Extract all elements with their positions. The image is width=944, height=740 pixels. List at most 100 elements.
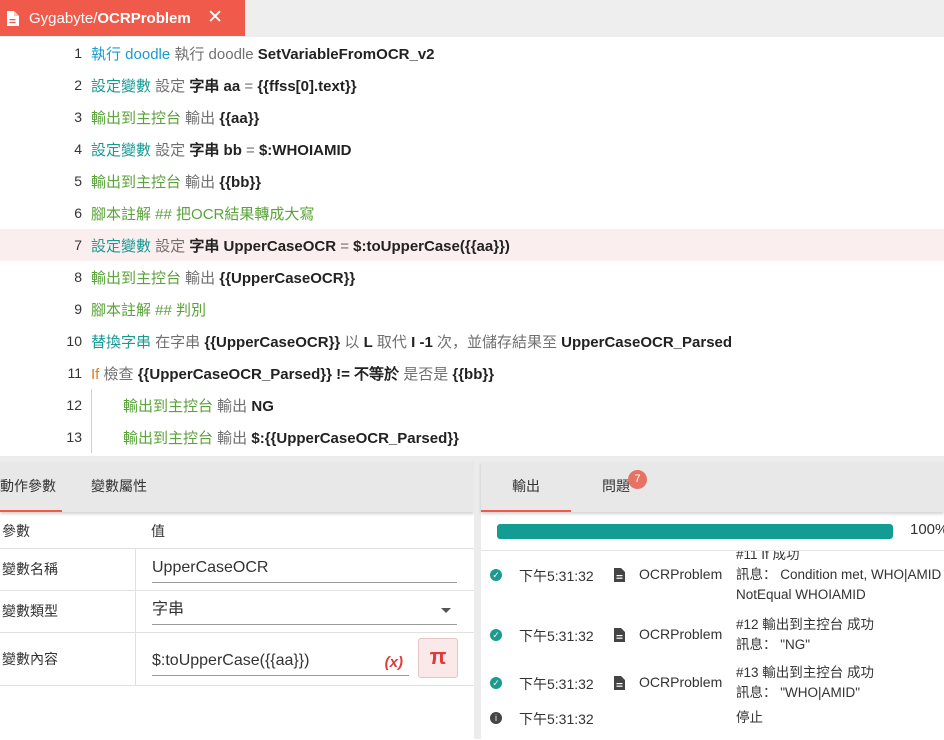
code-content: 輸出到主控台 輸出 $:{{UpperCaseOCR_Parsed}} <box>123 427 459 448</box>
code-token: 輸出 <box>181 173 220 191</box>
code-token: 輸出到主控台 <box>123 429 214 447</box>
log-message-line: #11 If 成功 <box>736 550 800 562</box>
code-token: 輸出到主控台 <box>91 269 182 287</box>
code-line[interactable]: 13 輸出到主控台 輸出 $:{{UpperCaseOCR_Parsed}} <box>0 421 944 453</box>
indent-guide <box>91 389 92 453</box>
code-token: 字串 aa <box>189 77 241 95</box>
code-token: {{UpperCaseOCR}} <box>204 333 341 351</box>
code-token: 設定 <box>151 77 190 95</box>
code-line[interactable]: 8 輸出到主控台 輸出 {{UpperCaseOCR}} <box>0 261 944 293</box>
log-message-line: 訊息： Condition met, WHO|AMID <box>736 567 942 582</box>
tab-output[interactable]: 輸出 <box>481 462 571 512</box>
code-line[interactable]: 11 If 檢查 {{UpperCaseOCR_Parsed}} != 不等於 是… <box>0 357 944 389</box>
code-line[interactable]: 4 設定變數 設定 字串 bb = $:WHOIAMID <box>0 133 944 165</box>
code-line[interactable]: 10 替換字串 在字串 {{UpperCaseOCR}} 以 L 取代 I -1 … <box>0 325 944 357</box>
code-line[interactable]: 2 設定變數 設定 字串 aa = {{ffss[0].text}} <box>0 69 944 101</box>
line-number: 5 <box>74 173 82 189</box>
success-check-icon: ✓ <box>490 569 502 581</box>
output-panel: 輸出 問題 7 100% ✓ 下午5:31:32 OCRProblem #11 If … <box>481 462 944 739</box>
code-token: 次，並儲存結果至 <box>432 333 562 351</box>
header-value: 值 <box>151 523 165 539</box>
code-content: 輸出到主控台 輸出 NG <box>123 395 274 416</box>
code-token: $:WHOIAMID <box>258 141 352 159</box>
code-content: 輸出到主控台 輸出 {{aa}} <box>91 107 259 128</box>
line-number: 4 <box>74 141 82 157</box>
document-icon <box>614 676 625 690</box>
vertical-splitter[interactable] <box>474 462 481 739</box>
code-token: 輸出 <box>213 397 252 415</box>
line-number: 8 <box>74 269 82 285</box>
code-content: 設定變數 設定 字串 UpperCaseOCR = $:toUpperCase(… <box>91 235 510 256</box>
code-line[interactable]: 5 輸出到主控台 輸出 {{bb}} <box>0 165 944 197</box>
log-message-line: 停止 <box>736 710 763 725</box>
code-line[interactable]: 3 輸出到主控台 輸出 {{aa}} <box>0 101 944 133</box>
log-source: OCRProblem <box>639 626 723 642</box>
code-token: NG <box>251 397 274 415</box>
tab-problems[interactable]: 問題 <box>571 462 661 510</box>
line-number: 12 <box>66 397 82 413</box>
code-token: 輸出 <box>181 269 220 287</box>
code-line[interactable]: 6 腳本註解 ## 把OCR結果轉成大寫 <box>0 197 944 229</box>
code-token: 字串 UpperCaseOCR <box>189 237 337 255</box>
code-token: 設定變數 <box>91 237 152 255</box>
log-time: 下午5:31:32 <box>519 676 594 692</box>
tab-variable-properties[interactable]: 變數屬性 <box>91 462 151 510</box>
row-variable-content: 變數內容 $:toUpperCase({{aa}}) (x) π <box>0 633 474 686</box>
document-icon <box>7 10 19 26</box>
output-tabs: 輸出 問題 7 <box>481 462 944 512</box>
line-number: 1 <box>74 45 82 61</box>
code-content: 輸出到主控台 輸出 {{bb}} <box>91 171 261 192</box>
variable-content-field[interactable]: $:toUpperCase({{aa}}) (x) <box>152 650 409 676</box>
code-token: {{aa}} <box>219 109 260 127</box>
log-message-line: 訊息： "NG" <box>736 637 811 652</box>
log-message-line: NotEqual WHOIAMID <box>736 587 866 602</box>
success-check-icon: ✓ <box>490 677 502 689</box>
code-token: 執行 doodle <box>91 45 171 63</box>
code-token: {{UpperCaseOCR}} <box>219 269 356 287</box>
code-content: 執行 doodle 執行 doodle SetVariableFromOCR_v… <box>91 43 435 64</box>
code-content: 設定變數 設定 字串 bb = $:WHOIAMID <box>91 139 351 160</box>
code-token: 字串 bb <box>189 141 242 159</box>
code-token: 取代 <box>372 333 412 351</box>
line-number: 3 <box>74 109 82 125</box>
progress-row: 100% <box>481 520 944 544</box>
variable-type-select[interactable]: 字串 <box>152 599 457 625</box>
code-token: 輸出到主控台 <box>91 109 182 127</box>
parameters-panel: 動作參數 變數屬性 參數 值 變數名稱 UpperCaseOCR 變數類型 字串… <box>0 462 474 739</box>
code-token: SetVariableFromOCR_v2 <box>257 45 435 63</box>
code-token: {{ffss[0].text}} <box>257 77 357 95</box>
row-variable-type: 變數類型 字串 <box>0 591 474 633</box>
log-message-line: #12 輸出到主控台 成功 <box>736 617 875 632</box>
properties-table: 參數 值 變數名稱 UpperCaseOCR 變數類型 字串 變數內容 $:to… <box>0 514 474 686</box>
log-message: #13 輸出到主控台 成功 訊息： "WHO|AMID" <box>736 663 944 703</box>
line-number: 2 <box>74 77 82 93</box>
progress-bar <box>497 524 893 539</box>
insert-variable-icon[interactable]: (x) <box>385 652 403 674</box>
file-tab-ocrproblem[interactable]: Gygabyte/OCRProblem ✕ <box>0 0 245 36</box>
progress-fill <box>497 524 893 539</box>
code-editor[interactable]: 1 執行 doodle 執行 doodle SetVariableFromOCR_… <box>0 37 944 456</box>
code-token: 腳本註解 <box>91 301 152 319</box>
code-line[interactable]: 7 設定變數 設定 字串 UpperCaseOCR = $:toUpperCase… <box>0 229 944 261</box>
code-line[interactable]: 1 執行 doodle 執行 doodle SetVariableFromOCR_… <box>0 37 944 69</box>
tab-action-parameters[interactable]: 動作參數 <box>0 462 62 512</box>
code-token: $:{{UpperCaseOCR_Parsed}} <box>251 429 459 447</box>
expression-button[interactable]: π <box>418 638 458 678</box>
variable-name-field[interactable]: UpperCaseOCR <box>152 557 457 583</box>
code-content: 腳本註解 ## 判別 <box>91 299 206 320</box>
code-token: 輸出到主控台 <box>91 173 182 191</box>
code-line[interactable]: 12 輸出到主控台 輸出 NG <box>0 389 944 421</box>
output-log[interactable]: ✓ 下午5:31:32 OCRProblem #11 If 成功訊息： Conditi… <box>481 550 944 740</box>
line-number: 13 <box>66 429 82 445</box>
line-number: 9 <box>74 301 82 317</box>
log-source: OCRProblem <box>639 566 723 582</box>
close-icon[interactable]: ✕ <box>207 6 223 29</box>
code-content: 替換字串 在字串 {{UpperCaseOCR}} 以 L 取代 I -1 次，… <box>91 331 732 352</box>
code-token: = <box>240 77 258 95</box>
table-header: 參數 值 <box>0 514 474 549</box>
line-number: 7 <box>74 237 82 253</box>
code-token: 是否是 <box>399 365 453 383</box>
line-number: 10 <box>66 333 82 349</box>
label-variable-name: 變數名稱 <box>2 561 58 577</box>
code-line[interactable]: 9 腳本註解 ## 判別 <box>0 293 944 325</box>
